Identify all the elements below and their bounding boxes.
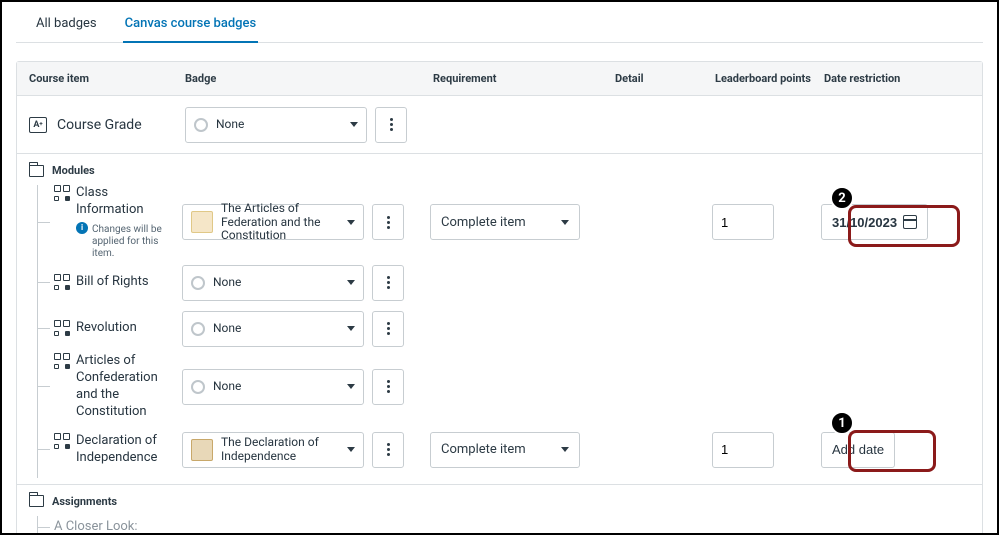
module-icon <box>54 274 70 290</box>
course-grade-text: Course Grade <box>57 117 142 133</box>
badge-thumbnail-icon <box>191 211 213 233</box>
date-restriction-button[interactable]: 31/10/2023 <box>821 204 928 240</box>
module-row-class-information: Class Information i Changes will be appl… <box>38 185 982 260</box>
module-title: Articles of Confederation and the Consti… <box>76 353 172 421</box>
badge-select-articles[interactable]: None <box>182 369 364 405</box>
col-header-course: Course item <box>17 72 185 85</box>
date-value: 31/10/2023 <box>832 215 897 230</box>
module-title: Declaration of Independence <box>76 433 172 467</box>
tabs-bar: All badges Canvas course badges <box>16 2 983 43</box>
grade-icon: A+ <box>29 117 47 133</box>
col-header-badge: Badge <box>185 72 433 85</box>
col-header-points: Leaderboard points <box>715 72 824 85</box>
chevron-down-icon <box>561 447 569 452</box>
requirement-label: Complete item <box>441 442 526 457</box>
module-title: Class Information <box>76 185 172 219</box>
section-modules-label: Modules <box>52 164 95 177</box>
row-menu-button[interactable] <box>372 311 404 347</box>
badge-none-label: None <box>213 276 241 290</box>
chevron-down-icon <box>347 384 355 389</box>
folder-icon <box>29 165 44 177</box>
badge-select-bill-of-rights[interactable]: None <box>182 265 364 301</box>
info-icon: i <box>76 222 88 234</box>
empty-badge-icon <box>194 118 208 132</box>
row-menu-button-grade[interactable] <box>375 107 407 143</box>
tab-all-badges[interactable]: All badges <box>34 14 99 42</box>
badge-select-revolution[interactable]: None <box>182 311 364 347</box>
module-icon <box>54 320 70 336</box>
badge-select-declaration[interactable]: The Declaration of Independence <box>182 432 364 468</box>
chevron-down-icon <box>347 220 355 225</box>
empty-badge-icon <box>191 322 205 336</box>
course-grade-label: A+ Course Grade <box>17 117 185 133</box>
badge-label: The Declaration of Independence <box>221 436 339 464</box>
add-date-label: Add date <box>832 442 884 457</box>
requirement-select[interactable]: Complete item <box>430 204 580 240</box>
tab-canvas-course-badges[interactable]: Canvas course badges <box>123 14 259 43</box>
module-row-articles-confederation: Articles of Confederation and the Consti… <box>38 352 982 422</box>
section-modules-header: Modules <box>17 154 982 181</box>
module-icon <box>54 433 70 449</box>
requirement-label: Complete item <box>441 215 526 230</box>
row-course-grade: A+ Course Grade None <box>17 96 982 154</box>
module-title: Bill of Rights <box>76 274 149 291</box>
modules-tree: Class Information i Changes will be appl… <box>37 185 982 478</box>
module-row-bill-of-rights: Bill of Rights None <box>38 260 982 306</box>
chevron-down-icon <box>350 122 358 127</box>
badges-table: Course item Badge Requirement Detail Lea… <box>16 61 983 533</box>
requirement-select[interactable]: Complete item <box>430 432 580 468</box>
folder-icon <box>29 495 44 507</box>
row-menu-button[interactable] <box>372 204 404 240</box>
badge-select-course-grade[interactable]: None <box>185 107 367 143</box>
row-menu-button[interactable] <box>372 265 404 301</box>
badge-thumbnail-icon <box>191 439 213 461</box>
col-header-requirement: Requirement <box>433 72 615 85</box>
assignments-tree: A Closer Look: <box>37 516 982 533</box>
calendar-icon <box>903 215 917 229</box>
module-icon <box>54 353 70 369</box>
badge-none-label: None <box>213 322 241 336</box>
row-menu-button[interactable] <box>372 369 404 405</box>
assignment-row-closer-look: A Closer Look: <box>38 516 982 533</box>
empty-badge-icon <box>191 380 205 394</box>
points-input[interactable] <box>712 204 774 240</box>
chevron-down-icon <box>347 280 355 285</box>
points-input[interactable] <box>712 432 774 468</box>
assignment-title: A Closer Look: <box>54 519 138 533</box>
module-row-revolution: Revolution None <box>38 306 982 352</box>
add-date-button[interactable]: Add date <box>821 432 895 468</box>
badge-select-class-information[interactable]: The Articles of Federation and the Const… <box>182 204 364 240</box>
badge-label: The Articles of Federation and the Const… <box>221 202 339 243</box>
page-container: All badges Canvas course badges Course i… <box>2 2 997 533</box>
chevron-down-icon <box>347 447 355 452</box>
row-menu-button[interactable] <box>372 432 404 468</box>
section-assignments-label: Assignments <box>52 495 117 508</box>
empty-badge-icon <box>191 276 205 290</box>
col-header-detail: Detail <box>615 72 715 85</box>
module-title: Revolution <box>76 320 137 337</box>
badge-none-label: None <box>216 118 244 132</box>
section-assignments-header: Assignments <box>17 485 982 512</box>
chevron-down-icon <box>561 220 569 225</box>
col-header-date: Date restriction <box>824 72 944 85</box>
module-row-declaration: Declaration of Independence The Declarat… <box>38 422 982 478</box>
module-change-note: Changes will be applied for this item. <box>92 224 172 260</box>
module-icon <box>54 185 70 201</box>
chevron-down-icon <box>347 326 355 331</box>
badge-none-label: None <box>213 380 241 394</box>
table-header: Course item Badge Requirement Detail Lea… <box>17 62 982 96</box>
